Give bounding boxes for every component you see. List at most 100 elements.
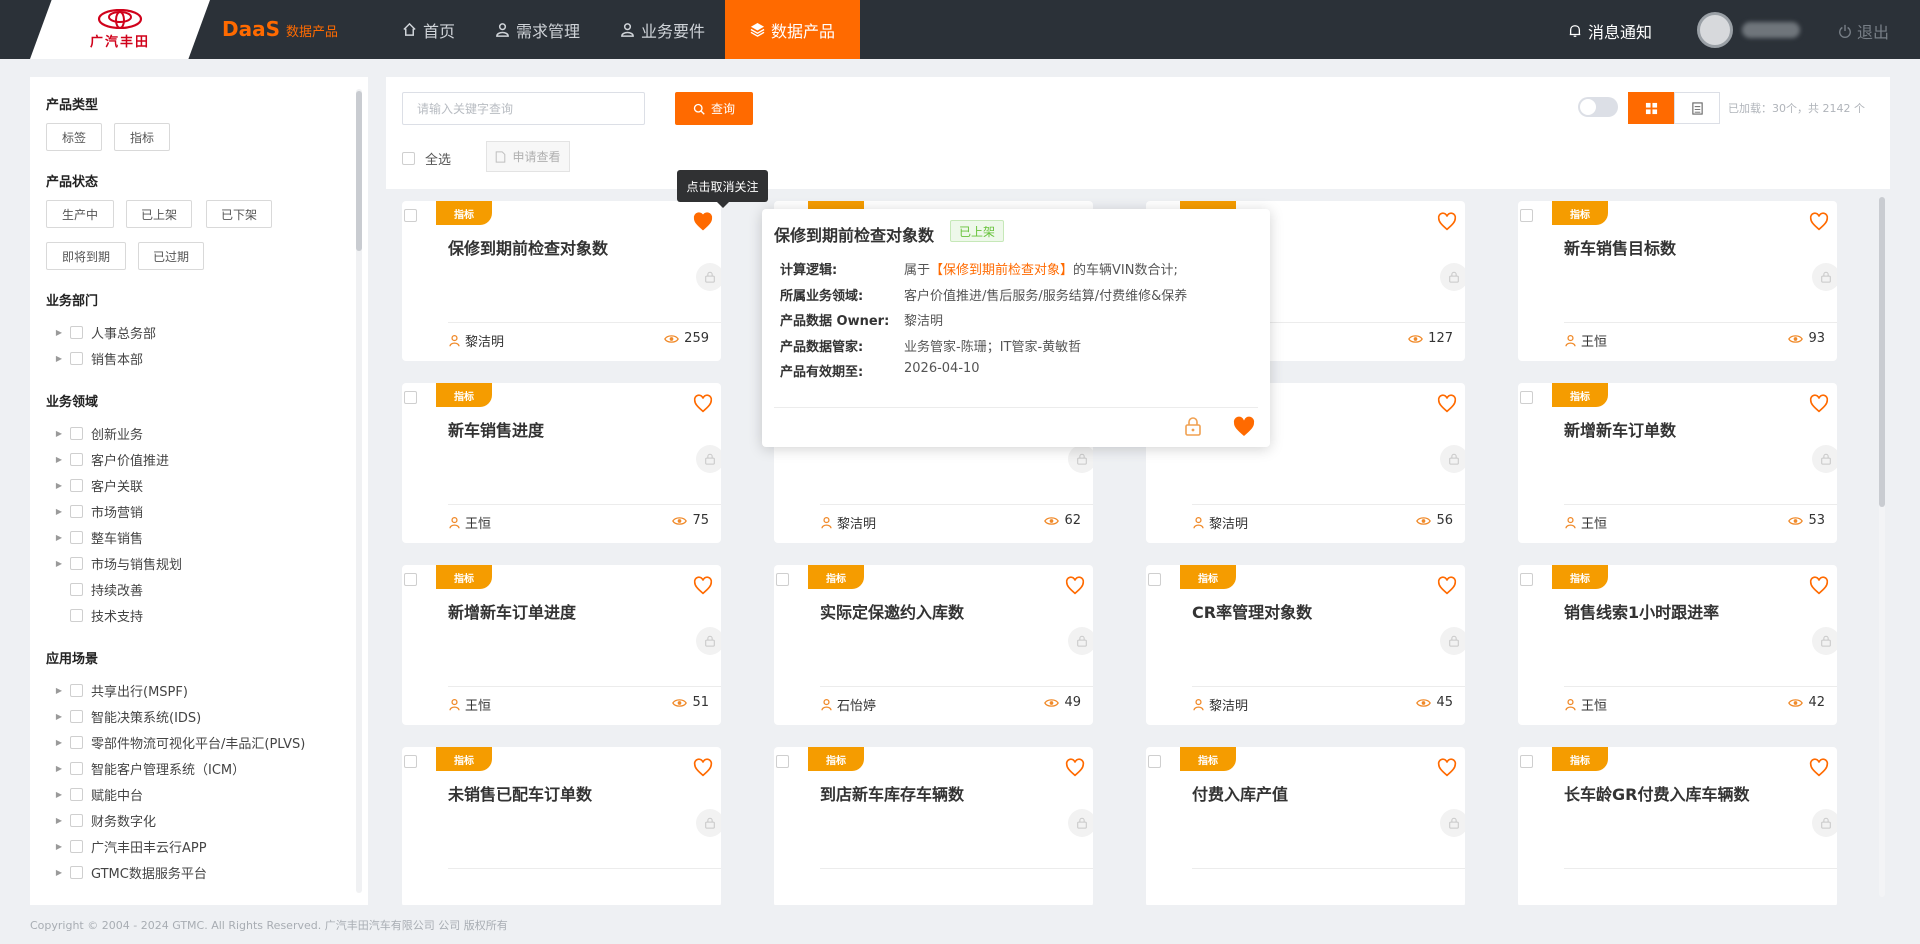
heart-icon[interactable] xyxy=(1436,211,1458,233)
card-title[interactable]: 新增新车订单进度 xyxy=(448,599,576,623)
select-all[interactable]: 全选 xyxy=(402,149,451,168)
card-checkbox[interactable] xyxy=(1148,755,1161,768)
lock-icon[interactable] xyxy=(1812,263,1837,291)
chip-expired[interactable]: 已过期 xyxy=(138,242,204,270)
expand-arrow-icon[interactable]: ▶ xyxy=(54,712,64,721)
grid-view-button[interactable] xyxy=(1628,92,1674,124)
product-card[interactable]: 指标 保修到期前检查对象数 黎洁明 259 xyxy=(402,201,721,361)
lock-icon[interactable] xyxy=(696,809,721,837)
logout-button[interactable]: 退出 xyxy=(1838,19,1889,43)
card-title[interactable]: 销售线索1小时跟进率 xyxy=(1564,599,1719,623)
lock-icon[interactable] xyxy=(696,445,721,473)
expand-arrow-icon[interactable]: ▶ xyxy=(54,790,64,799)
card-checkbox[interactable] xyxy=(404,573,417,586)
lock-icon[interactable] xyxy=(696,263,721,291)
lock-icon[interactable] xyxy=(1440,263,1465,291)
lock-icon[interactable] xyxy=(1812,809,1837,837)
expand-arrow-icon[interactable]: ▶ xyxy=(54,816,64,825)
product-card[interactable]: 指标 新增新车订单数 王恒 53 xyxy=(1518,383,1837,543)
tree-checkbox[interactable] xyxy=(70,452,83,466)
heart-icon[interactable] xyxy=(1808,211,1830,233)
tree-checkbox[interactable] xyxy=(70,683,83,697)
tree-checkbox[interactable] xyxy=(70,839,83,853)
lock-icon[interactable] xyxy=(1812,627,1837,655)
card-checkbox[interactable] xyxy=(1520,209,1533,222)
sidebar-scroll-thumb[interactable] xyxy=(356,91,362,251)
card-title[interactable]: 新增新车订单数 xyxy=(1564,417,1676,441)
chip-listed[interactable]: 已上架 xyxy=(126,200,192,228)
heart-filled-icon[interactable] xyxy=(1232,415,1256,439)
tree-checkbox[interactable] xyxy=(70,426,83,440)
expand-arrow-icon[interactable]: ▶ xyxy=(54,455,64,464)
product-card[interactable]: 指标 实际定保邀约入库数 石怡婷 49 xyxy=(774,565,1093,725)
expand-arrow-icon[interactable]: ▶ xyxy=(54,868,64,877)
query-button[interactable]: 查询 xyxy=(675,92,753,125)
tree-item[interactable]: ▶ 整车销售 xyxy=(54,527,143,547)
expand-arrow-icon[interactable]: ▶ xyxy=(54,481,64,490)
product-card[interactable]: 指标 到店新车库存车辆数 xyxy=(774,747,1093,905)
card-checkbox[interactable] xyxy=(1520,755,1533,768)
tree-item[interactable]: ▶ 智能客户管理系统（ICM） xyxy=(54,758,245,778)
tree-checkbox[interactable] xyxy=(70,761,83,775)
card-checkbox[interactable] xyxy=(404,209,417,222)
card-checkbox[interactable] xyxy=(1520,391,1533,404)
card-checkbox[interactable] xyxy=(1148,573,1161,586)
product-card[interactable]: 指标 付费入库产值 xyxy=(1146,747,1465,905)
chip-in-production[interactable]: 生产中 xyxy=(46,200,114,228)
nav-requirements[interactable]: 需求管理 xyxy=(475,0,600,59)
tree-item[interactable]: ▶ 市场与销售规划 xyxy=(54,553,182,573)
lock-icon[interactable] xyxy=(1182,415,1204,437)
product-card[interactable]: 指标 新车销售目标数 王恒 93 xyxy=(1518,201,1837,361)
heart-filled-icon[interactable] xyxy=(692,211,714,233)
heart-icon[interactable] xyxy=(692,757,714,779)
card-title[interactable]: 保修到期前检查对象数 xyxy=(448,235,608,259)
tree-checkbox[interactable] xyxy=(70,735,83,749)
expand-arrow-icon[interactable]: ▶ xyxy=(54,738,64,747)
product-card[interactable]: 指标 CR率管理对象数 黎洁明 45 xyxy=(1146,565,1465,725)
heart-icon[interactable] xyxy=(1436,393,1458,415)
tree-checkbox[interactable] xyxy=(70,504,83,518)
toggle-switch[interactable] xyxy=(1578,97,1618,117)
tree-item[interactable]: ▶ 创新业务 xyxy=(54,423,143,443)
chip-delisted[interactable]: 已下架 xyxy=(206,200,272,228)
lock-icon[interactable] xyxy=(1440,445,1465,473)
search-input[interactable] xyxy=(402,92,645,125)
product-card[interactable]: 指标 新车销售进度 王恒 75 xyxy=(402,383,721,543)
card-title[interactable]: 未销售已配车订单数 xyxy=(448,781,592,805)
tree-item[interactable]: ▶ 市场营销 xyxy=(54,501,143,521)
expand-arrow-icon[interactable]: ▶ xyxy=(54,507,64,516)
heart-icon[interactable] xyxy=(1064,575,1086,597)
tree-checkbox[interactable] xyxy=(70,478,83,492)
expand-arrow-icon[interactable]: ▶ xyxy=(54,559,64,568)
logic-highlight-link[interactable]: 【保修到期前检查对象】 xyxy=(930,263,1073,278)
heart-icon[interactable] xyxy=(1436,757,1458,779)
grid-scroll-thumb[interactable] xyxy=(1879,197,1885,507)
tree-item[interactable]: 持续改善 xyxy=(54,579,143,599)
card-checkbox[interactable] xyxy=(1520,573,1533,586)
card-checkbox[interactable] xyxy=(404,391,417,404)
expand-arrow-icon[interactable]: ▶ xyxy=(54,429,64,438)
card-title[interactable]: 实际定保邀约入库数 xyxy=(820,599,964,623)
heart-icon[interactable] xyxy=(692,575,714,597)
card-title[interactable]: 长车龄GR付费入库车辆数 xyxy=(1564,781,1749,805)
tree-item[interactable]: ▶ 赋能中台 xyxy=(54,784,143,804)
lock-icon[interactable] xyxy=(1068,627,1093,655)
card-title[interactable]: CR率管理对象数 xyxy=(1192,599,1312,623)
notification-link[interactable]: 消息通知 xyxy=(1568,19,1652,43)
tree-item[interactable]: ▶ 人事总务部 xyxy=(54,322,156,342)
product-card[interactable]: 指标 销售线索1小时跟进率 王恒 42 xyxy=(1518,565,1837,725)
apply-view-button[interactable]: 申请查看 xyxy=(486,141,570,172)
expand-arrow-icon[interactable]: ▶ xyxy=(54,328,64,337)
lock-icon[interactable] xyxy=(1440,809,1465,837)
expand-arrow-icon[interactable]: ▶ xyxy=(54,533,64,542)
select-all-checkbox[interactable] xyxy=(402,152,415,165)
lock-icon[interactable] xyxy=(1440,627,1465,655)
nav-data-products[interactable]: 数据产品 xyxy=(725,0,861,59)
tree-item[interactable]: ▶ 零部件物流可视化平台/丰品汇(PLVS) xyxy=(54,732,305,752)
tree-checkbox[interactable] xyxy=(70,709,83,723)
card-checkbox[interactable] xyxy=(776,755,789,768)
tree-item[interactable]: ▶ 销售本部 xyxy=(54,348,143,368)
gac-toyota-logo[interactable]: 广汽丰田 xyxy=(30,0,210,59)
tree-item[interactable]: ▶ 智能决策系统(IDS) xyxy=(54,706,201,726)
chip-metric[interactable]: 指标 xyxy=(114,123,170,151)
